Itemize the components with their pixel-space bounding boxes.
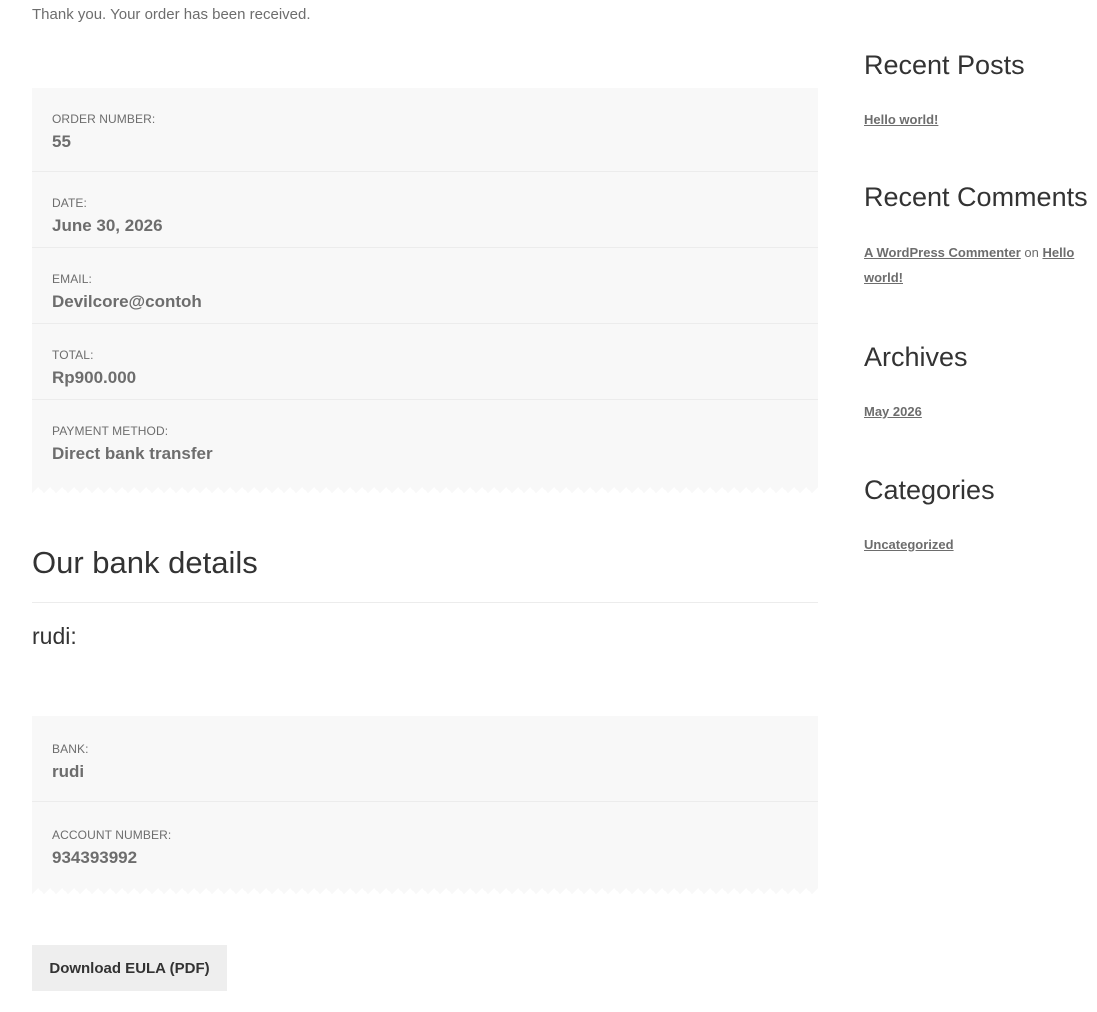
order-number-value: 55	[52, 132, 71, 151]
download-eula-button[interactable]: Download EULA (PDF)	[32, 945, 227, 991]
archives-title: Archives	[864, 342, 968, 372]
order-date-value: June 30, 2026	[52, 216, 163, 235]
payment-method-label: PAYMENT METHOD:	[52, 424, 169, 438]
comment-connector: on	[1024, 245, 1039, 260]
bank-name-value: rudi	[52, 762, 85, 781]
order-total-value: Rp900.000	[52, 368, 137, 387]
account-number-value: 934393992	[52, 848, 138, 867]
bank-details-box: BANK: rudi ACCOUNT NUMBER: 934393992	[32, 708, 818, 895]
archive-link[interactable]: May 2026	[864, 404, 922, 419]
bank-name-row: BANK: rudi	[32, 716, 818, 802]
order-number-label: ORDER NUMBER:	[52, 112, 156, 126]
order-email-row: EMAIL: Devilcore@contoh	[32, 248, 818, 324]
categories-title: Categories	[864, 475, 995, 505]
archives-list: May 2026	[864, 399, 1076, 424]
order-email-value: Devilcore@contoh	[52, 292, 202, 311]
bank-details-heading: Our bank details	[32, 545, 258, 580]
payment-method-row: PAYMENT METHOD: Direct bank transfer	[32, 400, 818, 476]
recent-posts-title: Recent Posts	[864, 50, 1025, 80]
payment-method-value: Direct bank transfer	[52, 444, 213, 463]
bank-name-label: BANK:	[52, 742, 89, 756]
heading-divider	[32, 602, 818, 603]
order-received-notice: Thank you. Your order has been received.	[32, 6, 311, 23]
bank-account-name: rudi:	[32, 623, 77, 649]
recent-comments-title: Recent Comments	[864, 182, 1088, 212]
recent-comment-item: A WordPress Commenter on Hello world!	[864, 240, 1076, 290]
order-total-label: TOTAL:	[52, 348, 94, 362]
order-date-row: DATE: June 30, 2026	[32, 172, 818, 248]
category-link[interactable]: Uncategorized	[864, 537, 954, 552]
account-number-label: ACCOUNT NUMBER:	[52, 828, 172, 842]
categories-list: Uncategorized	[864, 532, 1076, 557]
comment-author-link[interactable]: A WordPress Commenter	[864, 245, 1021, 260]
recent-post-link[interactable]: Hello world!	[864, 112, 938, 127]
account-number-row: ACCOUNT NUMBER: 934393992	[32, 802, 818, 878]
order-overview: ORDER NUMBER: 55 DATE: June 30, 2026 EMA…	[32, 80, 818, 494]
order-date-label: DATE:	[52, 196, 87, 210]
order-number-row: ORDER NUMBER: 55	[32, 88, 818, 172]
order-total-row: TOTAL: Rp900.000	[32, 324, 818, 400]
recent-posts-list: Hello world!	[864, 107, 1076, 132]
order-email-label: EMAIL:	[52, 272, 92, 286]
